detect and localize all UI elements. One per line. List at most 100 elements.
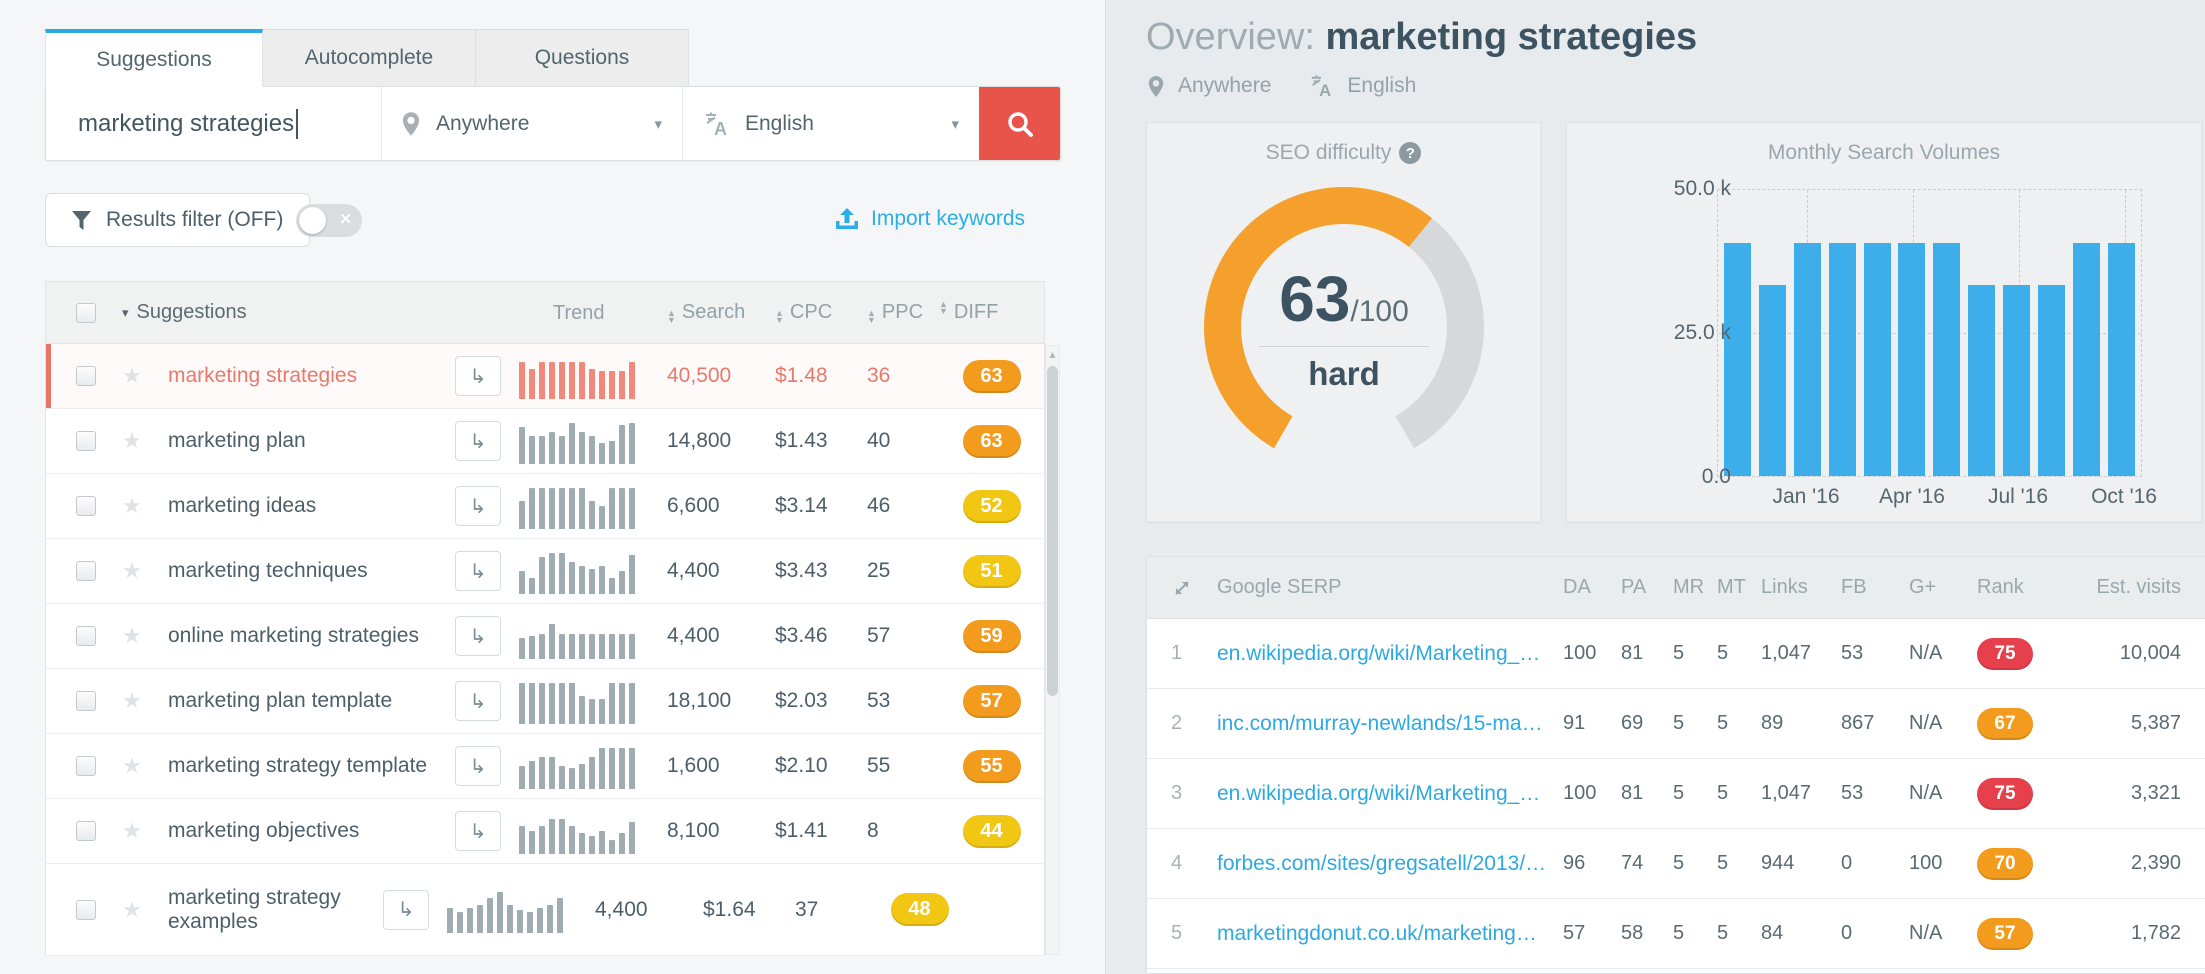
column-label: Suggestions xyxy=(137,301,247,324)
related-keywords-button[interactable]: ↳ xyxy=(455,616,501,656)
scrollbar-thumb[interactable] xyxy=(1047,366,1058,696)
related-keywords-button[interactable]: ↳ xyxy=(383,890,429,930)
serp-column-header[interactable]: PA xyxy=(1621,576,1673,599)
est-visits-value: 2,390 xyxy=(2073,852,2181,875)
est-visits-value: 5,387 xyxy=(2073,712,2181,735)
star-icon[interactable]: ★ xyxy=(122,753,168,779)
table-row[interactable]: ★marketing techniques↳4,400$3.432551 xyxy=(46,539,1044,604)
tab-suggestions[interactable]: Suggestions xyxy=(45,29,263,87)
spark-bar xyxy=(539,826,545,854)
serp-url-link[interactable]: en.wikipedia.org/wiki/Marketing_… xyxy=(1217,642,1563,666)
scrollbar-up-icon[interactable]: ▲ xyxy=(1046,350,1059,361)
search-volume-value: 8,100 xyxy=(667,819,775,843)
expand-icon[interactable] xyxy=(1171,577,1193,599)
row-checkbox[interactable] xyxy=(76,626,96,646)
row-checkbox[interactable] xyxy=(76,821,96,841)
spark-bar xyxy=(599,831,605,854)
tab-questions[interactable]: Questions xyxy=(476,29,689,87)
column-header-diff[interactable]: ▲▼DIFF xyxy=(939,301,1044,324)
star-icon[interactable]: ★ xyxy=(122,818,168,844)
serp-url-link[interactable]: marketingdonut.co.uk/marketing… xyxy=(1217,922,1563,946)
table-row[interactable]: ★marketing strategy examples↳4,400$1.643… xyxy=(46,864,1044,956)
tab-autocomplete[interactable]: Autocomplete xyxy=(263,29,476,87)
help-icon[interactable]: ? xyxy=(1399,142,1421,164)
select-all-checkbox[interactable] xyxy=(76,303,96,323)
search-button[interactable] xyxy=(979,87,1060,160)
related-keywords-button[interactable]: ↳ xyxy=(455,811,501,851)
related-keywords-button[interactable]: ↳ xyxy=(455,486,501,526)
star-icon[interactable]: ★ xyxy=(122,623,168,649)
serp-url-link[interactable]: en.wikipedia.org/wiki/Marketing_… xyxy=(1217,782,1563,806)
row-checkbox[interactable] xyxy=(76,900,96,920)
star-icon[interactable]: ★ xyxy=(122,493,168,519)
rank-badge: 70 xyxy=(1977,848,2033,880)
column-header-search[interactable]: ▲▼Search xyxy=(667,301,775,324)
row-checkbox[interactable] xyxy=(76,561,96,581)
related-keywords-button[interactable]: ↳ xyxy=(455,551,501,591)
related-keywords-button[interactable]: ↳ xyxy=(455,746,501,786)
row-checkbox[interactable] xyxy=(76,496,96,516)
star-icon[interactable]: ★ xyxy=(122,558,168,584)
table-row[interactable]: ★marketing plan↳14,800$1.434063 xyxy=(46,409,1044,474)
table-row[interactable]: ★marketing objectives↳8,100$1.41844 xyxy=(46,799,1044,864)
overview-panel: Overview: marketing strategies Anywhere … xyxy=(1105,0,2205,974)
scrollbar-track[interactable]: ▲ xyxy=(1045,345,1060,955)
star-icon[interactable]: ★ xyxy=(122,363,168,389)
table-row[interactable]: ★marketing ideas↳6,600$3.144652 xyxy=(46,474,1044,539)
serp-column-header[interactable]: DA xyxy=(1563,576,1621,599)
links-value: 84 xyxy=(1761,922,1841,945)
spark-bar xyxy=(619,833,625,854)
column-header-suggestions[interactable]: ▾ Suggestions xyxy=(122,301,519,324)
mr-value: 5 xyxy=(1673,852,1717,875)
table-row[interactable]: ★online marketing strategies↳4,400$3.465… xyxy=(46,604,1044,669)
results-filter-button[interactable]: Results filter (OFF) xyxy=(45,193,310,247)
row-checkbox[interactable] xyxy=(76,691,96,711)
cpc-value: $3.43 xyxy=(775,559,867,583)
row-checkbox[interactable] xyxy=(76,431,96,451)
map-pin-icon xyxy=(1148,75,1164,98)
language-select[interactable]: A English ▾ xyxy=(683,87,979,160)
mt-value: 5 xyxy=(1717,712,1761,735)
spark-bar xyxy=(599,699,605,724)
spark-bar xyxy=(579,566,585,594)
spark-bar xyxy=(569,683,575,724)
spark-bar xyxy=(609,683,615,724)
serp-column-header[interactable]: MT xyxy=(1717,576,1761,599)
serp-column-header[interactable]: Rank xyxy=(1977,576,2073,599)
diff-badge: 44 xyxy=(963,815,1021,848)
star-icon[interactable]: ★ xyxy=(122,897,168,923)
location-select[interactable]: Anywhere ▾ xyxy=(382,87,682,160)
search-icon xyxy=(1005,109,1035,139)
cpc-value: $1.48 xyxy=(775,364,867,388)
spark-bar xyxy=(539,436,545,464)
serp-url-link[interactable]: inc.com/murray-newlands/15-ma… xyxy=(1217,712,1563,736)
import-keywords-link[interactable]: Import keywords xyxy=(835,207,1025,231)
related-keywords-button[interactable]: ↳ xyxy=(455,421,501,461)
serp-column-header[interactable]: Est. visits xyxy=(2073,576,2181,599)
filter-toggle[interactable]: ✕ xyxy=(296,204,362,237)
star-icon[interactable]: ★ xyxy=(122,428,168,454)
serp-column-header[interactable]: MR xyxy=(1673,576,1717,599)
row-checkbox[interactable] xyxy=(76,366,96,386)
column-header-cpc[interactable]: ▲▼CPC xyxy=(775,301,867,324)
serp-column-header[interactable]: Links xyxy=(1761,576,1841,599)
serp-url-link[interactable]: forbes.com/sites/gregsatell/2013/… xyxy=(1217,852,1563,876)
star-icon[interactable]: ★ xyxy=(122,688,168,714)
table-row[interactable]: ★marketing strategy template↳1,600$2.105… xyxy=(46,734,1044,799)
row-checkbox[interactable] xyxy=(76,756,96,776)
related-keywords-button[interactable]: ↳ xyxy=(455,356,501,396)
spark-bar xyxy=(539,557,545,594)
links-value: 944 xyxy=(1761,852,1841,875)
bar-chart-plot xyxy=(1717,189,2142,477)
da-value: 100 xyxy=(1563,782,1621,805)
column-header-ppc[interactable]: ▲▼PPC xyxy=(867,301,939,324)
related-keywords-button[interactable]: ↳ xyxy=(455,681,501,721)
serp-column-header[interactable]: G+ xyxy=(1909,576,1977,599)
serp-column-header[interactable]: FB xyxy=(1841,576,1909,599)
table-row[interactable]: ★marketing strategies↳40,500$1.483663 xyxy=(46,344,1044,409)
table-row[interactable]: ★marketing plan template↳18,100$2.035357 xyxy=(46,669,1044,734)
mt-value: 5 xyxy=(1717,922,1761,945)
keyword-input[interactable]: marketing strategies xyxy=(46,87,381,160)
seo-difficulty-gauge: 63/100 hard xyxy=(1204,187,1484,467)
cpc-value: $1.43 xyxy=(775,429,867,453)
